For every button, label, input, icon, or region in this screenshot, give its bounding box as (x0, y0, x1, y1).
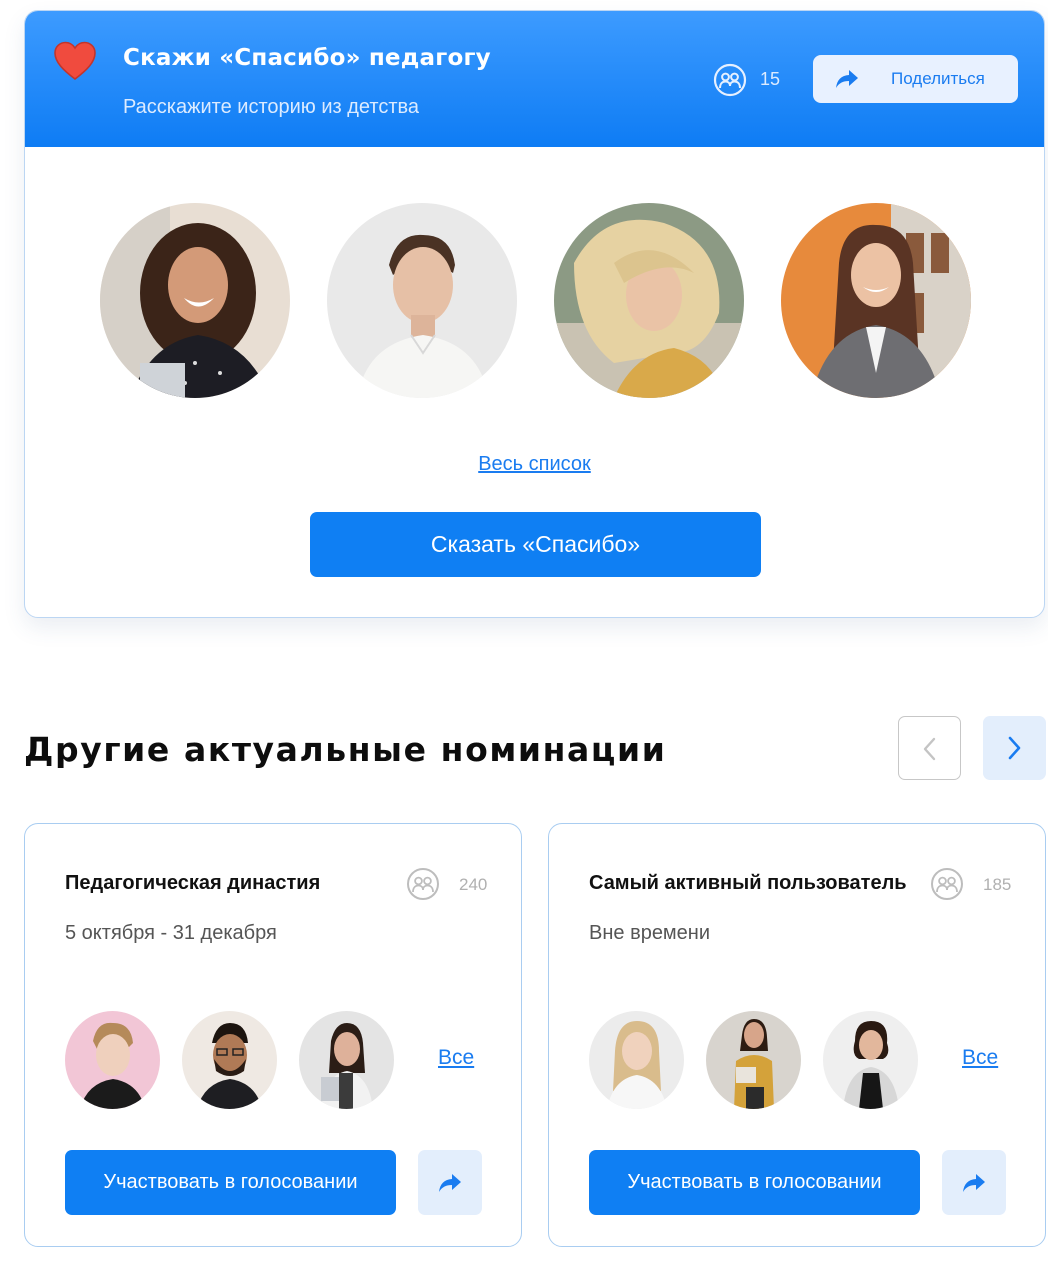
avatar-photo-5 (65, 1011, 160, 1109)
nomination-card: Педагогическая династия 240 5 октября - … (24, 823, 522, 1247)
all-participants-link[interactable]: Все (438, 1046, 474, 1070)
card-subtitle: Расскажите историю из детства (123, 96, 420, 118)
avatar-photo-10 (823, 1011, 918, 1109)
avatar-man-white-shirt[interactable] (327, 203, 517, 398)
card-title: Скажи «Спасибо» педагогу (123, 45, 491, 71)
avatar-photo-7 (299, 1011, 394, 1109)
share-arrow-icon (963, 1174, 985, 1192)
nomination-dates: 5 октября - 31 декабря (65, 922, 277, 944)
avatar-photo-8 (589, 1011, 684, 1109)
carousel-next-button[interactable] (983, 716, 1046, 780)
nomination-title: Самый активный пользователь (589, 872, 907, 894)
avatar-woman-long-dark-hair-office[interactable] (781, 203, 971, 398)
participants-icon (407, 868, 439, 900)
share-button[interactable] (418, 1150, 482, 1215)
nomination-card: Самый активный пользователь 185 Вне врем… (548, 823, 1046, 1247)
avatar-woman-black-top[interactable] (823, 1011, 918, 1109)
heart-icon (54, 41, 96, 81)
participants-count: 15 (760, 69, 781, 89)
nomination-title: Педагогическая династия (65, 872, 321, 894)
vote-button[interactable]: Участвовать в голосовании (65, 1150, 396, 1215)
share-button[interactable]: Поделиться (813, 55, 1018, 103)
avatar-photo-2 (327, 203, 517, 398)
avatar-woman-laughing-curly-hair[interactable] (100, 203, 290, 398)
share-label: Поделиться (891, 69, 985, 88)
avatar-photo-6 (182, 1011, 277, 1109)
avatar-man-beard-glasses[interactable] (182, 1011, 277, 1109)
avatar-photo-1 (100, 203, 290, 398)
avatar-woman-with-laptop[interactable] (299, 1011, 394, 1109)
full-list-link[interactable]: Весь список (25, 453, 1044, 476)
share-button[interactable] (942, 1150, 1006, 1215)
avatar-woman-blonde-smiling[interactable] (589, 1011, 684, 1109)
participants-icon (931, 868, 963, 900)
page: Скажи «Спасибо» педагогу Расскажите исто… (0, 0, 1048, 1269)
nomination-count: 185 (983, 875, 1012, 894)
card-header: Скажи «Спасибо» педагогу Расскажите исто… (25, 11, 1044, 147)
share-arrow-icon (836, 70, 858, 88)
thanks-teacher-card: Скажи «Спасибо» педагогу Расскажите исто… (24, 10, 1045, 618)
chevron-left-icon (923, 737, 936, 761)
nomination-count: 240 (459, 875, 488, 894)
avatar-woman-yellow-shirt[interactable] (706, 1011, 801, 1109)
avatar-woman-blonde-wind[interactable] (554, 203, 744, 398)
all-participants-link[interactable]: Все (962, 1046, 998, 1070)
section-title: Другие актуальные номинации (24, 730, 667, 769)
avatar-man-blond-pink-background[interactable] (65, 1011, 160, 1109)
avatar-photo-4 (781, 203, 971, 398)
avatar-photo-9 (706, 1011, 801, 1109)
nomination-dates: Вне времени (589, 922, 711, 944)
say-thanks-button[interactable]: Сказать «Спасибо» (310, 512, 761, 577)
avatar-photo-3 (554, 203, 744, 398)
participants-icon (713, 63, 747, 97)
vote-button[interactable]: Участвовать в голосовании (589, 1150, 920, 1215)
share-arrow-icon (439, 1174, 461, 1192)
carousel-prev-button[interactable] (898, 716, 961, 780)
chevron-right-icon (1008, 736, 1021, 760)
